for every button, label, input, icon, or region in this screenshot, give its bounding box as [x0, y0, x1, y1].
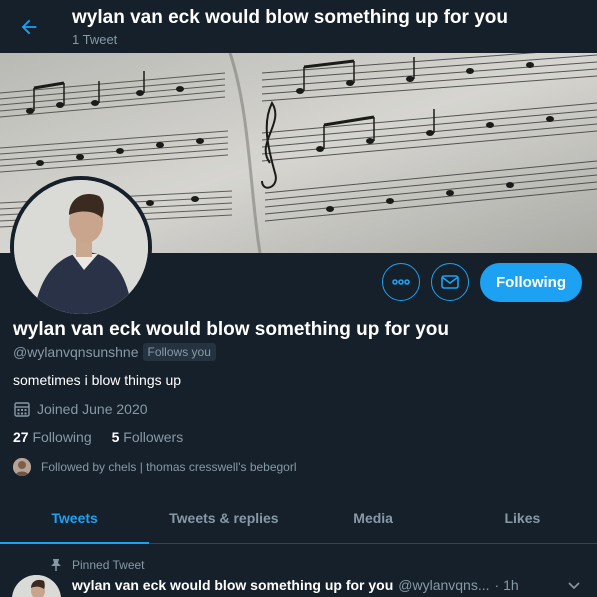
- header-title: wylan van eck would blow something up fo…: [72, 7, 508, 28]
- more-options-button[interactable]: [382, 263, 420, 301]
- avatar-image: [14, 180, 148, 314]
- profile-bio: sometimes i blow things up: [13, 372, 182, 388]
- following-count: 27: [13, 429, 29, 445]
- message-button[interactable]: [431, 263, 469, 301]
- calendar-icon: [14, 402, 30, 417]
- followers-stat[interactable]: 5 Followers: [112, 429, 184, 445]
- tab-media[interactable]: Media: [299, 493, 448, 543]
- tweet-options-button[interactable]: [564, 575, 584, 595]
- tweet-author-name[interactable]: wylan van eck would blow something up fo…: [72, 577, 393, 593]
- joined-row: Joined June 2020: [13, 400, 148, 418]
- following-label: Following: [32, 429, 92, 445]
- top-bar: wylan van eck would blow something up fo…: [0, 0, 597, 53]
- more-dots-icon: [392, 279, 410, 285]
- envelope-icon: [441, 275, 459, 289]
- followed-by-text: Followed by chels | thomas cresswell's b…: [41, 460, 297, 474]
- profile-tabs: Tweets Tweets & replies Media Likes: [0, 493, 597, 544]
- joined-date: Joined June 2020: [37, 401, 148, 417]
- follower-avatar: [13, 458, 31, 476]
- tab-tweets[interactable]: Tweets: [0, 493, 150, 544]
- tweet-count: 1 Tweet: [72, 32, 118, 47]
- pin-icon: [51, 559, 61, 571]
- following-button[interactable]: Following: [480, 263, 582, 302]
- tab-tweets-replies[interactable]: Tweets & replies: [149, 493, 298, 543]
- stats-row: 27 Following 5 Followers: [13, 429, 183, 445]
- profile-name: wylan van eck would blow something up fo…: [13, 319, 449, 340]
- profile-avatar[interactable]: [10, 176, 152, 318]
- tweet-author-handle[interactable]: @wylanvqns...: [398, 577, 489, 593]
- handle-row: @wylanvqnsunshne Follows you: [13, 343, 216, 361]
- profile-handle: @wylanvqnsunshne: [13, 344, 139, 360]
- tweet-avatar[interactable]: [12, 575, 61, 597]
- tab-likes[interactable]: Likes: [448, 493, 597, 543]
- following-stat[interactable]: 27 Following: [13, 429, 92, 445]
- follows-you-badge: Follows you: [142, 343, 216, 361]
- back-arrow-icon: [21, 19, 37, 35]
- pinned-tweet-label-row: Pinned Tweet: [50, 558, 145, 572]
- pinned-tweet-label: Pinned Tweet: [72, 558, 145, 572]
- followers-label: Followers: [123, 429, 184, 445]
- followed-by-row[interactable]: Followed by chels | thomas cresswell's b…: [13, 458, 297, 476]
- chevron-down-icon: [568, 582, 580, 590]
- tweet-header: wylan van eck would blow something up fo…: [72, 577, 519, 593]
- followers-count: 5: [111, 429, 120, 445]
- back-button[interactable]: [10, 9, 48, 45]
- tweet-timestamp[interactable]: · 1h: [495, 577, 519, 593]
